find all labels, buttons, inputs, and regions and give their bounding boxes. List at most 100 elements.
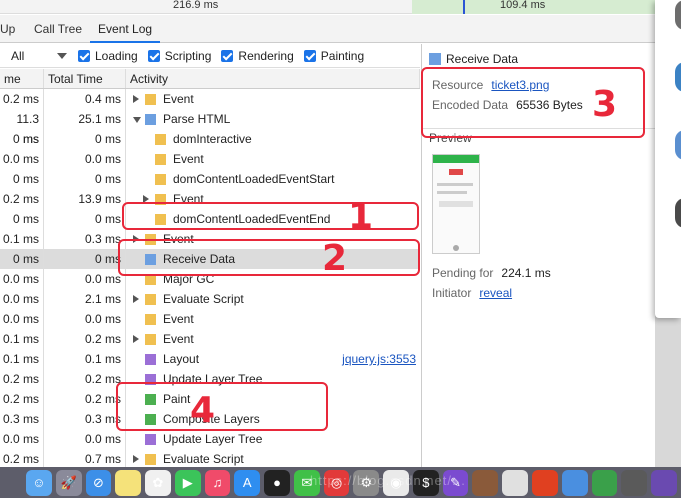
avatar[interactable] xyxy=(675,130,681,160)
category-color-icon xyxy=(155,134,166,145)
app-icon-2[interactable] xyxy=(502,469,529,496)
table-row[interactable]: 0.0 ms 0.0 ms Event xyxy=(0,309,420,329)
self-time-cell: 0.3 ms xyxy=(0,409,44,429)
expand-right-icon[interactable] xyxy=(133,295,139,303)
qq-icon[interactable]: ● xyxy=(264,469,290,496)
total-time-cell: 0.1 ms xyxy=(44,349,126,369)
expand-right-icon[interactable] xyxy=(133,95,139,103)
category-color-icon xyxy=(145,314,156,325)
finder-icon[interactable]: ☺ xyxy=(26,469,52,496)
table-row[interactable]: 0.1 ms 0.2 ms Event xyxy=(0,329,420,349)
total-time-header[interactable]: Total Time xyxy=(44,69,126,88)
table-row[interactable]: 0.0 ms 2.1 ms Evaluate Script xyxy=(0,289,420,309)
launchpad-icon[interactable]: 🚀 xyxy=(55,469,82,496)
activity-cell: Event xyxy=(126,149,420,169)
music-icon[interactable]: ♫ xyxy=(204,469,231,496)
app-icon-4[interactable] xyxy=(561,469,588,496)
timing-marker xyxy=(463,0,465,14)
photos-icon[interactable]: ✿ xyxy=(145,469,171,496)
pending-value: 224.1 ms xyxy=(501,266,551,280)
checkbox-checked-icon[interactable] xyxy=(78,49,90,62)
total-time-cell: 0.0 ms xyxy=(44,149,126,169)
rendering-checkbox[interactable]: Rendering xyxy=(221,49,294,63)
avatar[interactable] xyxy=(675,198,681,228)
tab-bar: Up Call Tree Event Log xyxy=(0,15,655,43)
scope-select[interactable]: All xyxy=(11,49,51,63)
total-time-cell: 0 ms xyxy=(44,129,126,149)
activity-cell: Evaluate Script xyxy=(126,449,420,467)
chevron-down-icon[interactable] xyxy=(57,52,67,59)
table-row[interactable]: 0.1 ms 0.1 ms Layout jquery.js:3553 xyxy=(0,349,420,369)
expand-down-icon[interactable] xyxy=(133,117,141,123)
total-time-cell: 2.1 ms xyxy=(44,289,126,309)
loading-checkbox[interactable]: Loading xyxy=(78,49,138,63)
checkbox-checked-icon[interactable] xyxy=(221,49,234,62)
table-row[interactable]: 0.0 ms 0.0 ms Event xyxy=(0,149,420,169)
total-time-cell: 0.3 ms xyxy=(44,229,126,249)
self-time-cell: 0.2 ms xyxy=(0,189,44,209)
category-color-icon xyxy=(145,354,156,365)
self-time-cell: 0.2 ms xyxy=(0,89,44,109)
activity-label: domContentLoadedEventStart xyxy=(173,172,335,186)
facetime-icon[interactable]: ▶ xyxy=(174,469,201,496)
painting-checkbox[interactable]: Painting xyxy=(303,49,364,63)
avatar[interactable] xyxy=(675,0,681,30)
tab-bottom-up[interactable]: Up xyxy=(0,15,26,43)
table-row[interactable]: 0.2 ms 0.4 ms Event xyxy=(0,89,420,109)
checkbox-checked-icon[interactable] xyxy=(303,49,316,62)
total-time-cell: 0.2 ms xyxy=(44,369,126,389)
initiator-label: Initiator xyxy=(432,286,472,300)
total-time-cell: 0.0 ms xyxy=(44,269,126,289)
app-icon[interactable] xyxy=(472,469,499,496)
pending-label: Pending for xyxy=(432,266,494,280)
initiator-link[interactable]: reveal xyxy=(479,286,512,300)
activity-label: Event xyxy=(163,332,194,346)
activity-header[interactable]: Activity xyxy=(126,69,420,88)
thumbnail-button xyxy=(439,201,473,207)
preview-thumbnail[interactable] xyxy=(432,154,480,254)
total-time-cell: 0.2 ms xyxy=(44,329,126,349)
safari-icon[interactable]: ⊘ xyxy=(85,469,112,496)
total-time-cell: 0.7 ms xyxy=(44,449,126,467)
tab-event-log[interactable]: Event Log xyxy=(90,15,161,43)
app-icon-5[interactable] xyxy=(591,469,618,496)
self-time-cell: 0.2 ms xyxy=(0,369,44,389)
app-icon-3[interactable] xyxy=(532,469,558,496)
source-link[interactable]: jquery.js:3553 xyxy=(342,349,416,369)
self-time-cell: 0.0 ms xyxy=(0,429,44,449)
annotation-box-1 xyxy=(122,202,419,230)
activity-cell: Event xyxy=(126,309,420,329)
activity-label: Event xyxy=(173,152,204,166)
category-color-icon xyxy=(145,334,156,345)
activity-cell: Layout jquery.js:3553 xyxy=(126,349,420,369)
checkbox-checked-icon[interactable] xyxy=(147,49,160,62)
scripting-checkbox[interactable]: Scripting xyxy=(147,49,211,63)
appstore-icon[interactable]: A xyxy=(234,469,261,496)
activity-cell: Evaluate Script xyxy=(126,289,420,309)
expand-right-icon[interactable] xyxy=(133,455,139,463)
avatar[interactable] xyxy=(675,62,681,92)
notes-icon[interactable] xyxy=(115,469,142,496)
details-title-text: Receive Data xyxy=(446,52,519,66)
activity-label: Event xyxy=(163,312,194,326)
self-time-header[interactable]: me xyxy=(0,69,44,88)
floating-window[interactable] xyxy=(655,0,681,318)
tab-call-tree[interactable]: Call Tree xyxy=(26,15,90,43)
app-icon-6[interactable] xyxy=(621,469,648,496)
activity-cell: domContentLoadedEventStart xyxy=(126,169,420,189)
table-row[interactable]: 0.2 ms 0.7 ms Evaluate Script xyxy=(0,449,420,467)
table-row[interactable]: 11.3 ms 25.1 ms Parse HTML xyxy=(0,109,420,146)
expand-right-icon[interactable] xyxy=(133,335,139,343)
table-row[interactable]: 0.0 ms 0.0 ms Update Layer Tree xyxy=(0,429,420,449)
thumbnail-header xyxy=(433,155,479,163)
timing-strip: 216.9 ms 109.4 ms xyxy=(0,0,681,14)
total-time-cell: 0 ms xyxy=(44,249,126,269)
self-time-cell: 0 ms xyxy=(0,129,44,149)
table-row[interactable]: 0 ms 0 ms domContentLoadedEventStart xyxy=(0,169,420,189)
app-icon-7[interactable] xyxy=(651,469,677,496)
thumbnail-image xyxy=(449,169,463,175)
activity-cell: Update Layer Tree xyxy=(126,429,420,449)
table-row[interactable]: 0 ms 0 ms domInteractive xyxy=(0,129,420,149)
total-time-cell: 0.0 ms xyxy=(44,429,126,449)
thumbnail-line xyxy=(437,191,467,194)
